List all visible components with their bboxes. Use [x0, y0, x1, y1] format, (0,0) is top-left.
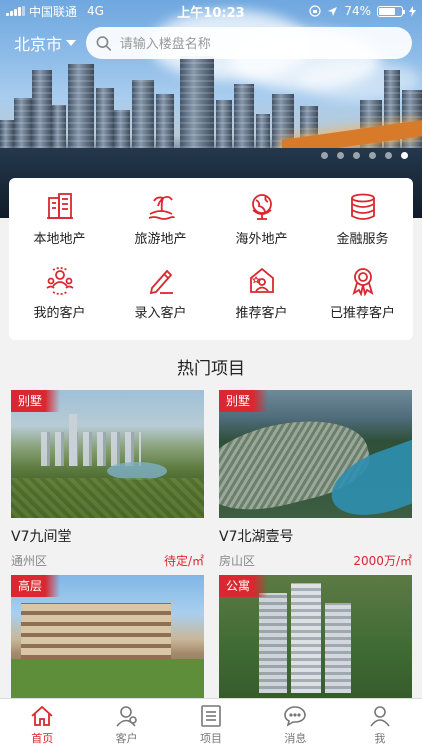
project-price: 待定/㎡: [163, 554, 204, 568]
project-type-badge: 别墅: [219, 390, 269, 412]
project-district: 房山区: [219, 554, 256, 568]
project-image: 别墅: [11, 390, 204, 518]
city-label: 北京市: [14, 35, 63, 54]
category-enter-customer[interactable]: 录入客户: [110, 266, 211, 334]
project-type-badge: 高层: [11, 575, 61, 597]
tab-label: 消息: [284, 731, 307, 745]
carousel-dot[interactable]: [353, 152, 360, 159]
recommend-icon: [249, 267, 274, 293]
award-icon: [351, 268, 374, 296]
message-icon: [284, 705, 307, 727]
carousel-indicator: [321, 152, 408, 159]
app-screen: 中国联通 4G 上午10:23 74% 北京市 本地地产: [0, 0, 422, 750]
category-local-property[interactable]: 本地地产: [9, 192, 110, 260]
city-selector[interactable]: 北京市: [14, 31, 86, 55]
chevron-down-icon: [66, 40, 77, 46]
bottom-tab-bar: 首页 客户 项目 消息 我: [0, 698, 422, 750]
search-input[interactable]: [119, 35, 402, 51]
tab-label: 客户: [115, 731, 138, 745]
category-financial-services[interactable]: 金融服务: [312, 192, 413, 260]
category-panel: 本地地产 旅游地产 海外地产 金融服务 我的客户 录入客户 推荐客户 已推荐客户: [9, 178, 413, 340]
carousel-dot[interactable]: [369, 152, 376, 159]
battery-icon: [377, 5, 405, 17]
tab-label: 首页: [31, 731, 54, 745]
home-icon: [31, 705, 53, 726]
project-image: 别墅: [219, 390, 412, 518]
customer-icon: [115, 705, 137, 727]
tab-projects[interactable]: 项目: [169, 699, 253, 750]
list-icon: [201, 704, 221, 727]
carousel-dot-active[interactable]: [401, 152, 408, 159]
building-icon: [46, 193, 73, 219]
tab-customers[interactable]: 客户: [84, 699, 168, 750]
tab-messages[interactable]: 消息: [253, 699, 337, 750]
carousel-dot[interactable]: [321, 152, 328, 159]
coin-stack-icon: [350, 193, 375, 220]
category-my-customers[interactable]: 我的客户: [9, 266, 110, 334]
palm-island-icon: [148, 195, 175, 220]
project-card[interactable]: 别墅 V7九间堂 通州区 待定/㎡: [11, 390, 204, 569]
tab-me[interactable]: 我: [338, 699, 422, 750]
category-travel-property[interactable]: 旅游地产: [110, 192, 211, 260]
status-bar: 中国联通 4G 上午10:23 74%: [0, 0, 422, 22]
project-price: 2000万/㎡: [353, 554, 412, 568]
category-label: 录入客户: [134, 306, 187, 321]
clock: 上午10:23: [177, 5, 245, 21]
profile-icon: [370, 705, 390, 726]
category-label: 金融服务: [336, 232, 389, 247]
category-label: 海外地产: [235, 232, 288, 247]
project-district: 通州区: [11, 554, 48, 568]
carousel-dot[interactable]: [385, 152, 392, 159]
category-overseas-property[interactable]: 海外地产: [211, 192, 312, 260]
project-image: 高层: [11, 575, 204, 703]
search-box[interactable]: [86, 27, 412, 59]
category-label: 我的客户: [33, 306, 86, 321]
search-icon: [96, 35, 112, 51]
project-name: V7九间堂: [11, 529, 72, 545]
carousel-dot[interactable]: [337, 152, 344, 159]
project-card[interactable]: 高层: [11, 575, 204, 703]
category-recommended-customers[interactable]: 已推荐客户: [312, 266, 413, 334]
category-label: 旅游地产: [134, 232, 187, 247]
tab-home[interactable]: 首页: [0, 699, 84, 750]
project-image: 公寓: [219, 575, 412, 703]
category-label: 推荐客户: [235, 306, 288, 321]
customers-icon: [45, 267, 74, 295]
tab-label: 项目: [200, 731, 223, 745]
project-type-badge: 别墅: [11, 390, 61, 412]
pencil-icon: [149, 269, 173, 295]
project-name: V7北湖壹号: [219, 529, 294, 545]
section-title: 热门项目: [177, 359, 245, 379]
project-card[interactable]: 公寓: [219, 575, 412, 703]
project-type-badge: 公寓: [219, 575, 269, 597]
project-card[interactable]: 别墅 V7北湖壹号 房山区 2000万/㎡: [219, 390, 412, 569]
globe-icon: [251, 194, 272, 220]
category-recommend-customer[interactable]: 推荐客户: [211, 266, 312, 334]
category-label: 本地地产: [33, 232, 86, 247]
search-header: 北京市: [0, 27, 422, 59]
category-label: 已推荐客户: [329, 306, 395, 321]
tab-label: 我: [374, 731, 386, 745]
